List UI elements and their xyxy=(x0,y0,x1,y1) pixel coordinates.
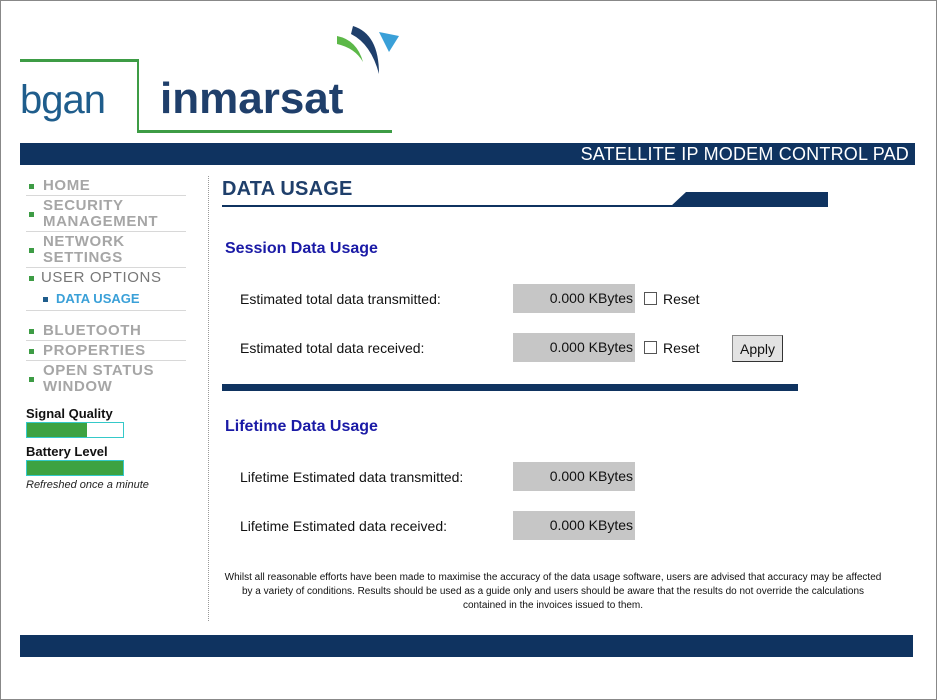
sidebar-subitem-data-usage[interactable]: DATA USAGE xyxy=(26,287,186,311)
apply-button[interactable]: Apply xyxy=(732,335,783,362)
footer-bar xyxy=(20,635,913,657)
bullet-icon xyxy=(29,328,34,334)
battery-level-label: Battery Level xyxy=(26,444,108,459)
session-received-value: 0.000 KBytes xyxy=(513,333,635,362)
sidebar-item-label-line2: WINDOW xyxy=(43,378,113,395)
bullet-icon xyxy=(29,211,34,217)
logo-divider xyxy=(137,59,139,133)
session-heading: Session Data Usage xyxy=(225,240,378,257)
sidebar-item-label: SECURITY xyxy=(43,197,124,214)
bullet-icon xyxy=(29,376,34,382)
bullet-icon xyxy=(43,296,48,302)
lifetime-transmitted-label: Lifetime Estimated data transmitted: xyxy=(240,469,464,485)
refresh-note: Refreshed once a minute xyxy=(26,479,149,491)
sidebar-subitem-label: DATA USAGE xyxy=(56,291,140,306)
sidebar-item-label-line2: SETTINGS xyxy=(43,249,123,266)
title-rule-tab xyxy=(670,192,828,207)
session-received-label: Estimated total data received: xyxy=(240,340,425,356)
sidebar-item-home[interactable]: HOME xyxy=(26,176,186,196)
reset-label: Reset xyxy=(663,291,700,307)
sidebar-item-label-line2: MANAGEMENT xyxy=(43,213,159,230)
battery-level-meter xyxy=(26,460,124,476)
header-banner: SATELLITE IP MODEM CONTROL PAD xyxy=(20,143,915,165)
sidebar-item-label: HOME xyxy=(43,177,91,194)
sidebar-item-label: PROPERTIES xyxy=(43,342,146,359)
sidebar-divider xyxy=(208,176,209,621)
lifetime-transmitted-value: 0.000 KBytes xyxy=(513,462,635,491)
reset-transmitted-checkbox[interactable]: Reset xyxy=(644,291,700,307)
checkbox-icon[interactable] xyxy=(644,292,657,305)
logo-underline xyxy=(137,130,392,133)
main-content: DATA USAGE Session Data Usage Estimated … xyxy=(222,178,902,611)
lifetime-received-label: Lifetime Estimated data received: xyxy=(240,518,447,534)
bullet-icon xyxy=(29,348,34,354)
lifetime-received-value: 0.000 KBytes xyxy=(513,511,635,540)
session-transmitted-value: 0.000 KBytes xyxy=(513,284,635,313)
logo-inmarsat-text: inmarsat xyxy=(160,74,344,123)
sidebar-item-label: NETWORK xyxy=(43,233,125,250)
sidebar-item-security-management[interactable]: SECURITY MANAGEMENT xyxy=(26,196,186,232)
sidebar-item-label: OPEN STATUS xyxy=(43,362,155,379)
sidebar-item-network-settings[interactable]: NETWORK SETTINGS xyxy=(26,232,186,268)
sidebar-item-label: USER OPTIONS xyxy=(41,269,162,286)
disclaimer-text: Whilst all reasonable efforts have been … xyxy=(224,572,882,611)
bullet-icon xyxy=(29,275,34,281)
signal-quality-fill xyxy=(27,423,88,437)
sidebar-item-properties[interactable]: PROPERTIES xyxy=(26,341,186,361)
lifetime-heading: Lifetime Data Usage xyxy=(225,418,378,435)
sidebar-item-open-status-window[interactable]: OPEN STATUS WINDOW xyxy=(26,361,186,396)
logo: bgan inmarsat xyxy=(20,22,400,137)
checkbox-icon[interactable] xyxy=(644,341,657,354)
signal-quality-label: Signal Quality xyxy=(26,406,113,421)
reset-label: Reset xyxy=(663,340,700,356)
sidebar-nav: HOME SECURITY MANAGEMENT NETWORK SETTING… xyxy=(26,176,186,491)
sidebar-item-user-options[interactable]: USER OPTIONS xyxy=(26,268,186,287)
bullet-icon xyxy=(29,247,34,253)
sidebar-item-bluetooth[interactable]: BLUETOOTH xyxy=(26,321,186,341)
signal-swoosh-icon xyxy=(337,26,399,74)
logo-bgan-text: bgan xyxy=(20,78,106,122)
bullet-icon xyxy=(29,183,34,189)
session-transmitted-label: Estimated total data transmitted: xyxy=(240,291,441,307)
battery-level-fill xyxy=(27,461,123,475)
section-divider xyxy=(222,384,798,391)
banner-title: SATELLITE IP MODEM CONTROL PAD xyxy=(580,144,909,164)
reset-received-checkbox[interactable]: Reset xyxy=(644,340,700,356)
sidebar-item-label: BLUETOOTH xyxy=(43,322,142,339)
signal-quality-meter xyxy=(26,422,124,438)
